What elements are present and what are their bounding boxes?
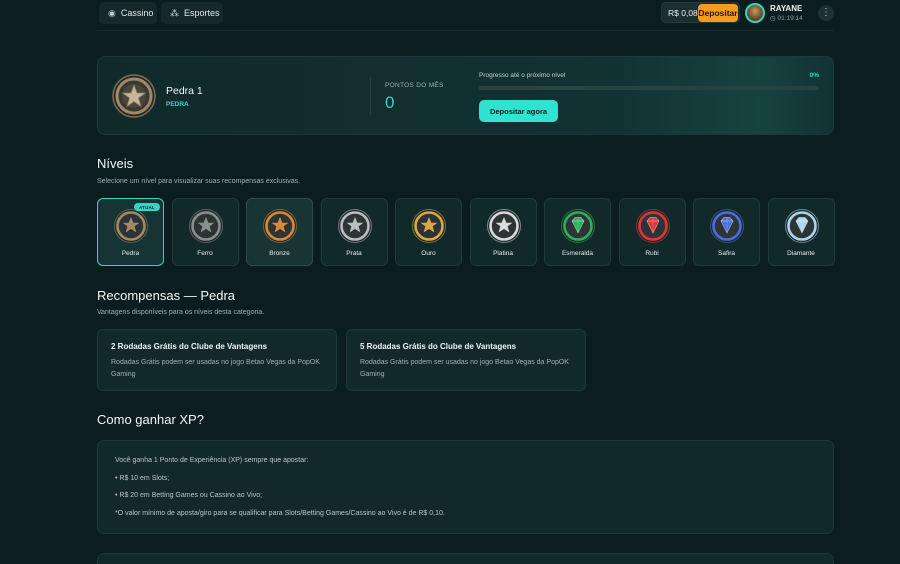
sports-tab-label: Esportes (184, 8, 220, 18)
diamond-medal-icon (784, 209, 819, 248)
casino-tab-label: Cassino (120, 8, 154, 18)
diamond-medal-icon (635, 209, 670, 248)
month-points-value: 0 (385, 93, 395, 112)
xp-info-card: Você ganha 1 Ponto de Experiência (XP) s… (97, 440, 834, 534)
level-tile-label: Bronze (269, 250, 290, 257)
diamond-medal-icon (710, 209, 744, 248)
xp-line: • R$ 20 em Betting Games ou Cassino ao V… (115, 492, 263, 499)
star-medal-icon (337, 209, 372, 248)
session-time-value: 01:19:14 (777, 15, 803, 22)
username: RAYANE (770, 4, 803, 13)
level-tile-label: Esmeralda (561, 250, 594, 257)
clock-icon: ◷ (770, 15, 776, 22)
reward-card-title: 2 Rodadas Grátis do Clube de Vantagens (111, 342, 268, 351)
top-bar: ◉ Cassino ⁂ Esportes R$ 0,08 Depositar R… (0, 0, 900, 26)
diamond-medal-icon (561, 209, 595, 248)
reward-card-desc: Rodadas Grátis podem ser usadas no jogo … (360, 359, 569, 378)
levels-list: Pedra ATUAL Ferro Bronze Prata Ouro Platina Esm… (97, 198, 835, 266)
level-tile-label: Platina (493, 250, 513, 257)
level-tile-label: Ferro (197, 250, 213, 257)
rewards-subtitle: Vantagens disponíveis para os níveis des… (97, 309, 265, 316)
level-tile-label: Diamante (787, 250, 815, 257)
star-medal-icon (412, 209, 446, 248)
balance-widget: R$ 0,08 Depositar (661, 2, 740, 23)
levels-title: Níveis (97, 156, 134, 171)
level-tile-prata[interactable]: Prata (320, 198, 388, 266)
xp-title: Como ganhar XP? (97, 412, 204, 427)
reward-card: 5 Rodadas Grátis do Clube de Vantagens R… (346, 329, 586, 391)
casino-chip-icon: ◉ (108, 7, 116, 18)
reward-card-desc: Rodadas Grátis podem ser usadas no jogo … (111, 359, 320, 378)
more-options-icon[interactable]: ⋮ (818, 5, 834, 21)
hero-divider (370, 77, 371, 115)
next-section-card (97, 553, 834, 564)
current-level-badge: ATUAL (134, 203, 160, 211)
levels-subtitle: Selecione um nível para visualizar suas … (97, 178, 301, 185)
level-tile-label: Pedra (121, 250, 140, 257)
deposit-button[interactable]: Depositar (698, 4, 738, 22)
level-tile-ouro[interactable]: Ouro (395, 198, 462, 266)
header-divider (97, 30, 834, 31)
reward-card-title: 5 Rodadas Grátis do Clube de Vantagens (360, 342, 517, 351)
month-points-label: PONTOS DO MÊS (385, 82, 444, 89)
level-tile-label: Prata (346, 250, 362, 257)
session-time: ◷ 01:19:14 (770, 14, 803, 22)
progress-bar (479, 86, 819, 90)
progress-label: Progresso até o próximo nível (479, 72, 566, 79)
rewards-title: Recompensas — Pedra (97, 288, 236, 303)
level-tile-platina[interactable]: Platina (469, 198, 537, 266)
current-level-tier: PEDRA (166, 101, 189, 108)
level-tile-ferro[interactable]: Ferro (171, 198, 239, 266)
star-medal-icon (486, 209, 521, 248)
reward-card: 2 Rodadas Grátis do Clube de Vantagens R… (97, 329, 337, 391)
star-medal-icon (188, 209, 223, 248)
balance-amount: R$ 0,08 (668, 8, 698, 18)
level-tile-label: Safira (718, 250, 735, 257)
deposit-now-button[interactable]: Depositar agora (479, 100, 558, 122)
avatar[interactable] (745, 3, 765, 23)
star-medal-icon (114, 209, 148, 248)
level-tile-rubi[interactable]: Rubi (618, 198, 686, 266)
level-tile-pedra[interactable]: Pedra ATUAL (97, 198, 164, 266)
progress-percent: 0% (809, 72, 819, 79)
level-tile-esmeralda[interactable]: Esmeralda (544, 198, 611, 266)
level-tile-bronze[interactable]: Bronze (246, 198, 313, 266)
current-level-star-medal-icon (112, 74, 156, 123)
level-tile-diamante[interactable]: Diamante (767, 198, 835, 266)
current-level-card: Pedra 1 PEDRA PONTOS DO MÊS 0 Progresso … (97, 56, 834, 135)
star-medal-icon (263, 209, 297, 248)
casino-tab[interactable]: ◉ Cassino (99, 2, 157, 24)
xp-line: *O valor mínimo de aposta/giro para se q… (115, 510, 445, 517)
level-tile-label: Ouro (421, 250, 436, 257)
current-level-name: Pedra 1 (166, 85, 203, 97)
xp-line: Você ganha 1 Ponto de Experiência (XP) s… (115, 457, 309, 464)
level-tile-label: Rubi (645, 250, 659, 257)
sports-tab[interactable]: ⁂ Esportes (161, 2, 223, 24)
xp-line: • R$ 10 em Slots; (115, 475, 170, 482)
sports-balls-icon: ⁂ (170, 7, 179, 18)
level-tile-safira[interactable]: Safira (693, 198, 760, 266)
